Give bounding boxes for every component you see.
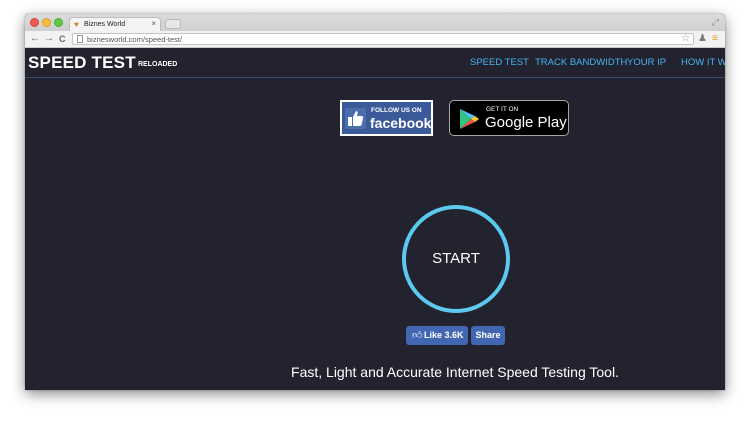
facebook-badge-caption: FOLLOW US ON [371, 107, 422, 114]
zoom-window-button[interactable] [54, 18, 63, 27]
minimize-window-button[interactable] [42, 18, 51, 27]
url-text[interactable]: biznesworld.com/speed-test/ [87, 34, 182, 45]
like-label: Like 3.6K [424, 330, 464, 340]
forward-button[interactable]: → [44, 32, 54, 46]
google-play-badge[interactable]: GET IT ON Google Play [449, 100, 569, 136]
fullscreen-icon[interactable]: ⤢ [712, 16, 719, 28]
nav-your-ip[interactable]: YOUR IP [627, 57, 666, 69]
browser-window: ♥ Biznes World × ⤢ ← → C biznesworld.com… [25, 14, 725, 390]
address-bar[interactable]: biznesworld.com/speed-test/ ☆ [72, 33, 694, 45]
tab-title: Biznes World [84, 21, 126, 28]
site-logo[interactable]: SPEED TEST [28, 53, 136, 73]
extension-icon[interactable]: ♟ [698, 32, 707, 46]
browser-toolbar: ← → C biznesworld.com/speed-test/ ☆ ♟ ≡ [25, 31, 725, 48]
start-button[interactable]: START [402, 205, 510, 313]
reload-button[interactable]: C [59, 32, 66, 46]
site-header: SPEED TEST RELOADED SPEED TEST TRACK BAN… [25, 48, 725, 78]
like-thumb-icon: 👍︎ [412, 330, 423, 341]
tagline: Fast, Light and Accurate Internet Speed … [291, 364, 619, 380]
facebook-like-button[interactable]: 👍︎ Like 3.6K [406, 326, 468, 345]
browser-tab[interactable]: ♥ Biznes World × [69, 17, 161, 31]
favicon-icon: ♥ [74, 20, 79, 29]
share-label: Share [475, 330, 501, 340]
site-logo-subtitle: RELOADED [138, 61, 178, 68]
new-tab-button[interactable] [165, 19, 181, 29]
google-play-brand: Google Play [485, 114, 567, 131]
google-play-caption: GET IT ON [486, 106, 519, 113]
nav-speed-test[interactable]: SPEED TEST [470, 57, 529, 69]
google-play-icon [460, 109, 479, 129]
bookmark-star-icon[interactable]: ☆ [681, 33, 690, 45]
facebook-badge-brand: facebook [370, 115, 432, 131]
facebook-follow-badge[interactable]: FOLLOW US ON facebook [340, 100, 433, 136]
tab-close-icon[interactable]: × [151, 19, 156, 29]
start-label: START [432, 250, 480, 267]
tab-strip: ♥ Biznes World × ⤢ [25, 14, 725, 32]
nav-how-it-works[interactable]: HOW IT WORKS [681, 57, 725, 69]
back-button[interactable]: ← [30, 32, 40, 46]
menu-icon[interactable]: ≡ [712, 32, 718, 46]
thumbs-up-icon [345, 108, 366, 129]
facebook-share-button[interactable]: Share [471, 326, 505, 345]
page-icon [77, 35, 83, 43]
nav-track-bandwidth[interactable]: TRACK BANDWIDTH [535, 57, 627, 69]
close-window-button[interactable] [30, 18, 39, 27]
